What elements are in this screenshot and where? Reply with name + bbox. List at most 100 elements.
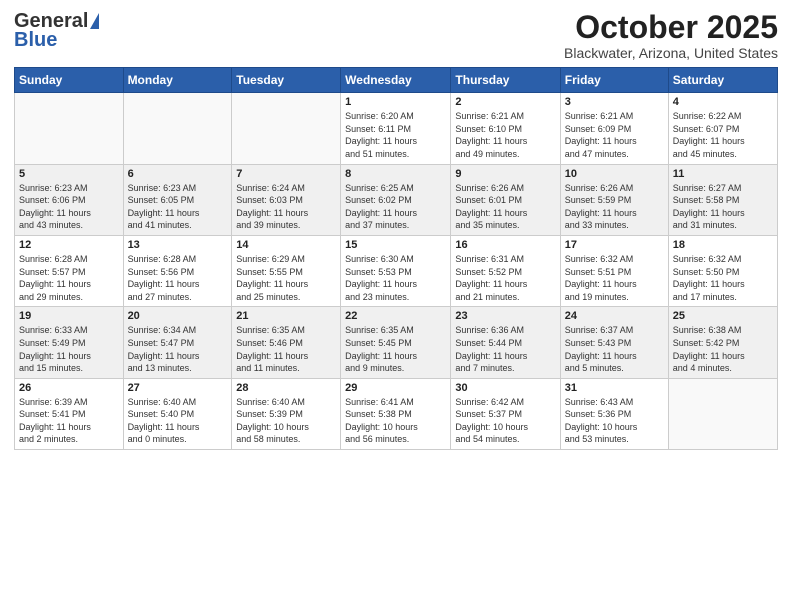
calendar-week-1: 1 Sunrise: 6:20 AM Sunset: 6:11 PM Daylig… — [15, 93, 778, 164]
day-number: 3 — [565, 96, 664, 108]
col-wednesday: Wednesday — [341, 68, 451, 93]
calendar-cell — [15, 93, 124, 164]
calendar-cell: 26 Sunrise: 6:39 AM Sunset: 5:41 PM Dayli… — [15, 378, 124, 449]
day-number: 19 — [19, 310, 119, 322]
day-number: 31 — [565, 382, 664, 394]
col-tuesday: Tuesday — [232, 68, 341, 93]
day-info: Sunrise: 6:21 AM Sunset: 6:09 PM Dayligh… — [565, 110, 664, 160]
calendar-cell: 10 Sunrise: 6:26 AM Sunset: 5:59 PM Dayli… — [560, 164, 668, 235]
day-number: 25 — [673, 310, 773, 322]
page-header: General Blue October 2025 Blackwater, Ar… — [14, 10, 778, 61]
day-number: 17 — [565, 239, 664, 251]
calendar-cell: 21 Sunrise: 6:35 AM Sunset: 5:46 PM Dayli… — [232, 307, 341, 378]
day-info: Sunrise: 6:32 AM Sunset: 5:51 PM Dayligh… — [565, 253, 664, 303]
calendar-cell: 22Sunrise: 6:35 AM Sunset: 5:45 PM Dayli… — [341, 307, 451, 378]
day-number: 12 — [19, 239, 119, 251]
location: Blackwater, Arizona, United States — [564, 45, 778, 61]
day-info: Sunrise: 6:39 AM Sunset: 5:41 PM Dayligh… — [19, 396, 119, 446]
day-number: 15 — [345, 239, 446, 251]
calendar-cell: 16 Sunrise: 6:31 AM Sunset: 5:52 PM Dayli… — [451, 235, 560, 306]
day-number: 1 — [345, 96, 446, 108]
day-number: 4 — [673, 96, 773, 108]
calendar-cell: 6 Sunrise: 6:23 AM Sunset: 6:05 PM Daylig… — [123, 164, 232, 235]
day-number: 13 — [128, 239, 228, 251]
day-number: 7 — [236, 168, 336, 180]
day-info: Sunrise: 6:25 AM Sunset: 6:02 PM Dayligh… — [345, 182, 446, 232]
month-title: October 2025 — [564, 10, 778, 45]
day-number: 22 — [345, 310, 446, 322]
day-info: Sunrise: 6:40 AM Sunset: 5:39 PM Dayligh… — [236, 396, 336, 446]
day-number: 16 — [455, 239, 555, 251]
logo: General Blue — [14, 10, 99, 52]
day-info: Sunrise: 6:22 AM Sunset: 6:07 PM Dayligh… — [673, 110, 773, 160]
day-info: Sunrise: 6:32 AM Sunset: 5:50 PM Dayligh… — [673, 253, 773, 303]
calendar-cell: 19Sunrise: 6:33 AM Sunset: 5:49 PM Dayli… — [15, 307, 124, 378]
day-info: Sunrise: 6:23 AM Sunset: 6:05 PM Dayligh… — [128, 182, 228, 232]
day-info: Sunrise: 6:40 AM Sunset: 5:40 PM Dayligh… — [128, 396, 228, 446]
day-number: 10 — [565, 168, 664, 180]
col-monday: Monday — [123, 68, 232, 93]
day-number: 8 — [345, 168, 446, 180]
title-area: October 2025 Blackwater, Arizona, United… — [564, 10, 778, 61]
day-info: Sunrise: 6:28 AM Sunset: 5:56 PM Dayligh… — [128, 253, 228, 303]
day-number: 30 — [455, 382, 555, 394]
day-number: 29 — [345, 382, 446, 394]
calendar-cell: 7Sunrise: 6:24 AM Sunset: 6:03 PM Daylig… — [232, 164, 341, 235]
calendar-cell: 13 Sunrise: 6:28 AM Sunset: 5:56 PM Dayli… — [123, 235, 232, 306]
calendar-cell: 5Sunrise: 6:23 AM Sunset: 6:06 PM Daylig… — [15, 164, 124, 235]
calendar-cell: 23 Sunrise: 6:36 AM Sunset: 5:44 PM Dayli… — [451, 307, 560, 378]
calendar-cell: 31 Sunrise: 6:43 AM Sunset: 5:36 PM Dayli… — [560, 378, 668, 449]
day-number: 23 — [455, 310, 555, 322]
day-info: Sunrise: 6:36 AM Sunset: 5:44 PM Dayligh… — [455, 324, 555, 374]
day-info: Sunrise: 6:42 AM Sunset: 5:37 PM Dayligh… — [455, 396, 555, 446]
calendar-cell: 2 Sunrise: 6:21 AM Sunset: 6:10 PM Daylig… — [451, 93, 560, 164]
calendar-cell: 28 Sunrise: 6:40 AM Sunset: 5:39 PM Dayli… — [232, 378, 341, 449]
calendar-cell: 11Sunrise: 6:27 AM Sunset: 5:58 PM Dayli… — [668, 164, 777, 235]
logo-blue: Blue — [14, 29, 57, 52]
calendar-cell: 30 Sunrise: 6:42 AM Sunset: 5:37 PM Dayli… — [451, 378, 560, 449]
page-container: General Blue October 2025 Blackwater, Ar… — [0, 0, 792, 460]
calendar-week-2: 5Sunrise: 6:23 AM Sunset: 6:06 PM Daylig… — [15, 164, 778, 235]
day-number: 20 — [128, 310, 228, 322]
day-info: Sunrise: 6:37 AM Sunset: 5:43 PM Dayligh… — [565, 324, 664, 374]
day-info: Sunrise: 6:26 AM Sunset: 5:59 PM Dayligh… — [565, 182, 664, 232]
day-number: 21 — [236, 310, 336, 322]
day-info: Sunrise: 6:41 AM Sunset: 5:38 PM Dayligh… — [345, 396, 446, 446]
day-number: 24 — [565, 310, 664, 322]
day-number: 27 — [128, 382, 228, 394]
day-info: Sunrise: 6:31 AM Sunset: 5:52 PM Dayligh… — [455, 253, 555, 303]
day-number: 9 — [455, 168, 555, 180]
calendar-cell: 20 Sunrise: 6:34 AM Sunset: 5:47 PM Dayli… — [123, 307, 232, 378]
day-info: Sunrise: 6:35 AM Sunset: 5:46 PM Dayligh… — [236, 324, 336, 374]
day-info: Sunrise: 6:26 AM Sunset: 6:01 PM Dayligh… — [455, 182, 555, 232]
day-info: Sunrise: 6:29 AM Sunset: 5:55 PM Dayligh… — [236, 253, 336, 303]
calendar-cell: 9 Sunrise: 6:26 AM Sunset: 6:01 PM Daylig… — [451, 164, 560, 235]
day-number: 18 — [673, 239, 773, 251]
calendar-cell: 29 Sunrise: 6:41 AM Sunset: 5:38 PM Dayli… — [341, 378, 451, 449]
day-number: 6 — [128, 168, 228, 180]
calendar-cell: 4 Sunrise: 6:22 AM Sunset: 6:07 PM Daylig… — [668, 93, 777, 164]
day-info: Sunrise: 6:27 AM Sunset: 5:58 PM Dayligh… — [673, 182, 773, 232]
calendar-cell: 14Sunrise: 6:29 AM Sunset: 5:55 PM Dayli… — [232, 235, 341, 306]
calendar-cell: 24 Sunrise: 6:37 AM Sunset: 5:43 PM Dayli… — [560, 307, 668, 378]
logo-icon — [90, 13, 99, 29]
calendar-cell — [232, 93, 341, 164]
calendar-cell: 8 Sunrise: 6:25 AM Sunset: 6:02 PM Daylig… — [341, 164, 451, 235]
day-info: Sunrise: 6:21 AM Sunset: 6:10 PM Dayligh… — [455, 110, 555, 160]
day-info: Sunrise: 6:20 AM Sunset: 6:11 PM Dayligh… — [345, 110, 446, 160]
col-thursday: Thursday — [451, 68, 560, 93]
calendar-cell: 27 Sunrise: 6:40 AM Sunset: 5:40 PM Dayli… — [123, 378, 232, 449]
day-number: 26 — [19, 382, 119, 394]
day-number: 2 — [455, 96, 555, 108]
header-row: Sunday Monday Tuesday Wednesday Thursday… — [15, 68, 778, 93]
calendar-week-5: 26 Sunrise: 6:39 AM Sunset: 5:41 PM Dayli… — [15, 378, 778, 449]
day-info: Sunrise: 6:34 AM Sunset: 5:47 PM Dayligh… — [128, 324, 228, 374]
calendar-table: Sunday Monday Tuesday Wednesday Thursday… — [14, 67, 778, 450]
calendar-week-4: 19Sunrise: 6:33 AM Sunset: 5:49 PM Dayli… — [15, 307, 778, 378]
day-number: 28 — [236, 382, 336, 394]
col-friday: Friday — [560, 68, 668, 93]
calendar-cell: 12Sunrise: 6:28 AM Sunset: 5:57 PM Dayli… — [15, 235, 124, 306]
calendar-cell: 18 Sunrise: 6:32 AM Sunset: 5:50 PM Dayli… — [668, 235, 777, 306]
col-sunday: Sunday — [15, 68, 124, 93]
day-info: Sunrise: 6:43 AM Sunset: 5:36 PM Dayligh… — [565, 396, 664, 446]
